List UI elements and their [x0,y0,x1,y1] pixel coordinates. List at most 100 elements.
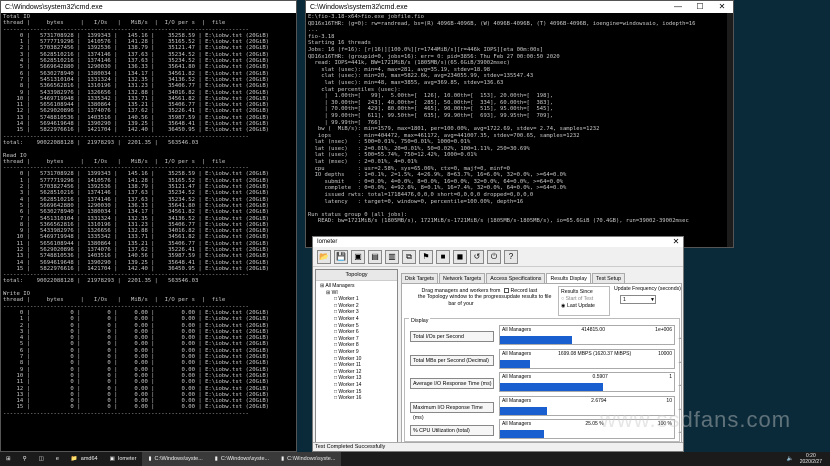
arrow-right-icon[interactable]: → [677,382,682,388]
taskbar-item[interactable]: ▮ C:\Windows\syste... [208,452,276,466]
maximize-icon[interactable]: ☐ [689,1,711,13]
result-metric-button[interactable]: Total MBs per Second (Decimal) [410,354,494,366]
result-row: Total MBs per Second (Decimal) All Manage… [407,348,683,371]
exit-icon[interactable]: ⏻ [487,249,501,264]
system-tray: 🔈 0:20 2020/2/27 [787,453,830,465]
window-titlebar[interactable]: C:\Windows\system32\cmd.exe [1,1,296,13]
result-metric-button[interactable]: Average I/O Response Time (ms) [410,378,494,389]
results-since-group: Results Since ○ Start of Test ◉ Last Upd… [558,286,610,316]
close-icon[interactable]: ✕ [669,237,683,247]
save-icon[interactable]: 💾 [334,249,348,264]
result-bar[interactable]: All Managers 1699.08 MBPS (1620.37 MiBPS)… [499,348,675,369]
result-max: 10000 [658,350,672,357]
drag-instructions: Drag managers and workers from the Topol… [418,288,504,307]
speaker-icon[interactable]: 🔈 [787,456,794,462]
topology-tree: ⊞ All Managers ⊞ WI □ Worker 1 □ Worker 2… [316,281,397,404]
scrollbar[interactable] [727,13,733,247]
console-output: E:\fio-3.18-x64>fio.exe jobfile.fio QD16… [308,14,696,225]
result-max: 1 [669,374,672,380]
tree-worker[interactable]: □ Worker 8 [334,342,393,349]
start-icon[interactable]: ⚑ [419,249,433,264]
update-frequency-select[interactable]: 1 ▼ [620,295,656,304]
update-frequency-title: Update Frequency (seconds) [614,286,681,292]
copy-worker-icon[interactable]: ⧉ [402,249,416,264]
tree-worker[interactable]: □ Worker 3 [334,309,393,316]
result-metric-button[interactable]: Maximum I/O Response Time (ms) [410,401,494,421]
result-value: 414815.00 [581,327,605,333]
console-output: Total IO thread | bytes | I/Os | MiB/s |… [3,14,270,417]
disk-worker-icon[interactable]: ▤ [368,249,382,264]
tree-worker[interactable]: □ Worker 15 [334,389,393,396]
result-max: 1e+006 [655,327,672,333]
tree-worker[interactable]: □ Worker 7 [334,336,393,343]
result-metric-button[interactable]: % CPU Utilization (total) [410,425,494,436]
result-bar-fill [500,406,547,415]
taskbar-item[interactable]: 📁 amd64 [65,452,104,466]
arrow-right-icon[interactable]: → [677,359,682,365]
cmd-window-right[interactable]: C:\Windows\system32\cmd.exe — ☐ ✕ E:\fio… [305,0,734,248]
taskbar-item-label: Iometer [117,456,137,462]
taskbar-item[interactable]: ⚲ [17,452,33,466]
tree-worker[interactable]: □ Worker 1 [334,296,393,303]
result-bar-fill [500,336,573,344]
record-checkbox[interactable]: Record last update results to file [504,288,554,301]
tree-worker[interactable]: □ Worker 14 [334,382,393,389]
tree-worker[interactable]: □ Worker 9 [334,349,393,356]
taskbar-item[interactable]: ▣ Iometer [104,452,143,466]
tree-manager[interactable]: ⊞ WI [320,290,393,297]
arrow-right-icon[interactable]: → [677,335,682,341]
reset-icon[interactable]: ↺ [470,249,484,264]
result-value: 2.6794 [591,397,607,404]
taskbar-item[interactable]: ◫ [33,452,50,466]
taskbar-item[interactable]: ▮ C:\Windows\syste... [275,452,342,466]
topology-header: Topology [316,270,397,281]
result-bar-fill [500,383,603,391]
result-max: 10 [666,397,672,404]
edge-icon: e [55,456,59,462]
close-icon[interactable]: ✕ [711,1,733,13]
window-titlebar[interactable]: C:\Windows\system32\cmd.exe — ☐ ✕ [306,1,733,13]
minimize-icon[interactable]: — [667,1,689,13]
taskbar-item[interactable]: ⊞ [0,452,17,466]
tree-root[interactable]: ⊞ All Managers [320,283,393,290]
result-bar[interactable]: All Managers 414815.00 1e+006 [499,325,675,345]
tree-worker[interactable]: □ Worker 13 [334,375,393,382]
radio-start-of-test[interactable]: ○ Start of Test [561,296,607,303]
result-value: 1699.08 MBPS (1620.37 MiBPS) [558,350,632,357]
new-manager-icon[interactable]: ▣ [351,249,365,264]
stop-icon[interactable]: ■ [436,249,450,264]
radio-last-update[interactable]: ◉ Last Update [561,303,607,310]
clock[interactable]: 0:20 2020/2/27 [800,453,822,465]
stop-all-icon[interactable]: ◼ [453,249,467,264]
taskbar-item[interactable]: ▮ C:\Windows\syste... [142,452,209,466]
tree-worker[interactable]: □ Worker 6 [334,329,393,336]
iometer-icon: ▣ [109,456,115,462]
folder-icon: 📁 [70,456,78,462]
about-icon[interactable]: ? [504,249,518,264]
tree-worker[interactable]: □ Worker 4 [334,316,393,323]
taskbar-item-label: amd64 [80,456,98,462]
window-title: Iometer [317,239,338,245]
network-worker-icon[interactable]: ▥ [385,249,399,264]
result-bar[interactable]: All Managers 0.5907 1 [499,372,675,392]
windows-start-icon: ⊞ [6,456,11,462]
taskbar-item[interactable]: e [50,452,65,466]
result-source: All Managers [502,421,532,427]
tree-worker[interactable]: □ Worker 5 [334,323,393,330]
window-titlebar[interactable]: Iometer ✕ [313,237,683,247]
tree-worker[interactable]: □ Worker 10 [334,356,393,363]
result-metric-button[interactable]: Total I/Os per Second [410,331,494,342]
tree-worker[interactable]: □ Worker 11 [334,362,393,369]
open-icon[interactable]: 📂 [317,249,331,264]
tree-worker[interactable]: □ Worker 2 [334,303,393,310]
cmd-window-left[interactable]: C:\Windows\system32\cmd.exe Total IO thr… [0,0,297,452]
toolbar: 📂 💾 ▣ ▤ ▥ ⧉ ⚑ ■ ◼ ↺ ⏻? [313,247,683,267]
cmd-icon: ▮ [148,456,152,462]
tree-worker[interactable]: □ Worker 16 [334,395,393,402]
display-label: Display [409,318,431,324]
result-row: Total I/Os per Second All Managers 414815.… [407,325,683,347]
taskbar-item-label: C:\Windows\syste... [154,456,203,462]
tree-worker[interactable]: □ Worker 12 [334,369,393,376]
result-row: Average I/O Response Time (ms) All Manage… [407,372,683,394]
cmd-icon: ▮ [214,456,218,462]
